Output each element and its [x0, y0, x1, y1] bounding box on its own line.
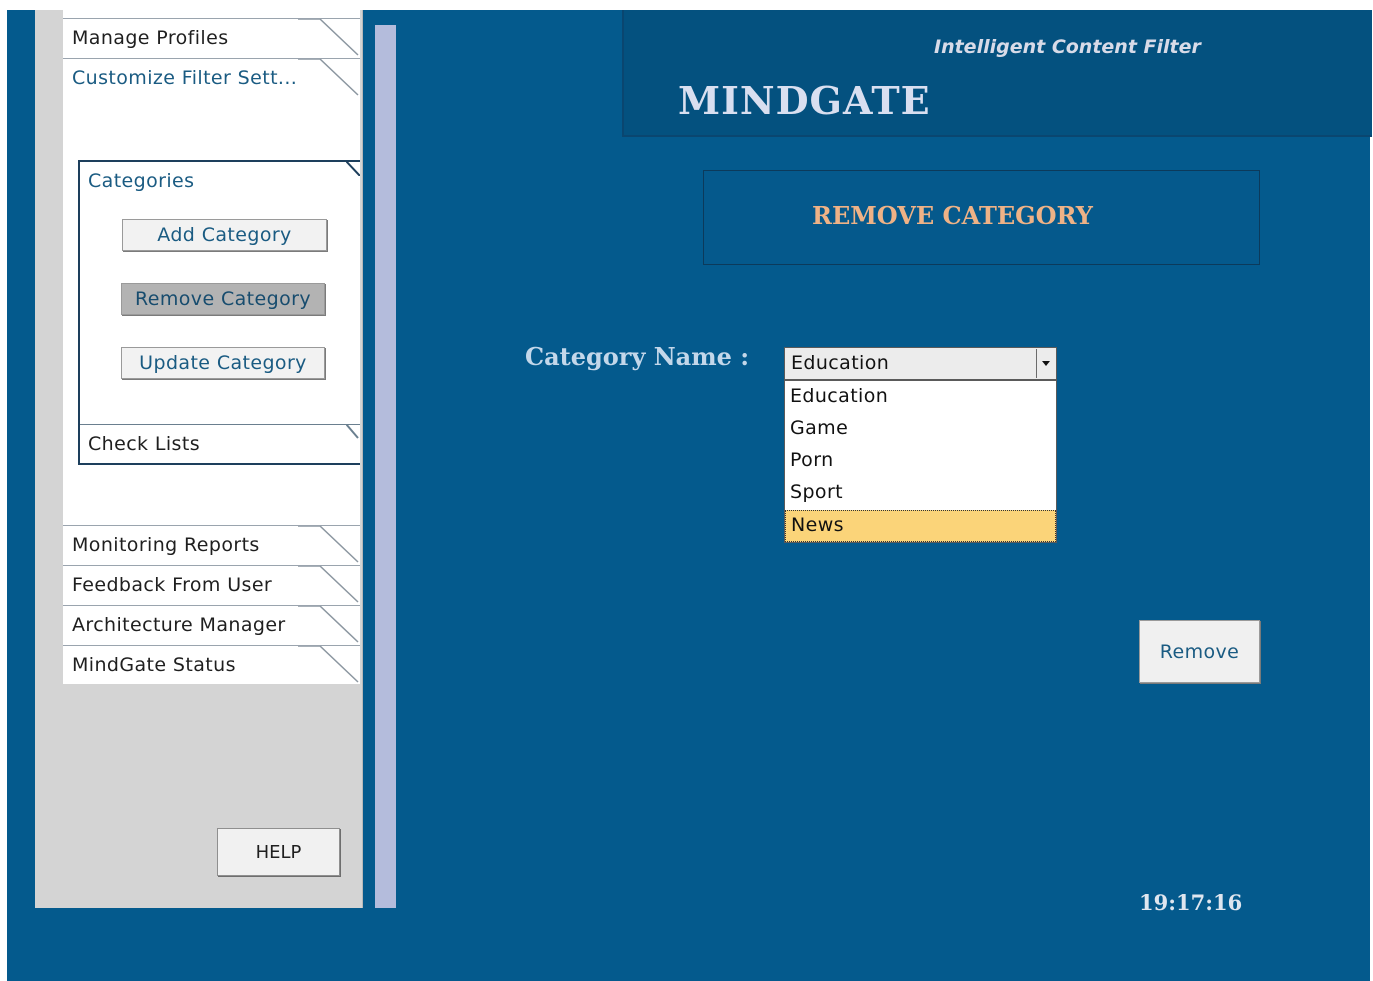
tab-corner	[298, 526, 359, 563]
header-subtitle: Intelligent Content Filter	[934, 36, 1201, 58]
remove-button[interactable]: Remove	[1139, 620, 1260, 683]
panel-divider	[375, 25, 396, 908]
category-name-label: Category Name :	[525, 342, 750, 371]
tab-label: Check Lists	[88, 433, 200, 455]
categories-panel: Categories Add Category Remove Category …	[78, 160, 360, 465]
category-select[interactable]: Education	[784, 347, 1057, 380]
tab-monitoring-reports[interactable]: Monitoring Reports	[63, 525, 360, 564]
dropdown-option[interactable]: Sport	[785, 478, 1056, 510]
clock: 19:17:16	[1139, 890, 1243, 915]
add-category-button[interactable]: Add Category	[122, 219, 327, 251]
dropdown-option[interactable]: Game	[785, 414, 1056, 446]
tab-label: Feedback From User	[72, 574, 273, 596]
remove-category-button[interactable]: Remove Category	[121, 283, 325, 315]
update-category-button[interactable]: Update Category	[121, 347, 325, 379]
dropdown-option[interactable]: Education	[785, 382, 1056, 414]
tab-corner	[298, 606, 359, 643]
tab-architecture-manager[interactable]: Architecture Manager	[63, 605, 360, 644]
tab-check-lists[interactable]: Check Lists	[80, 424, 360, 463]
tab-feedback-from-user[interactable]: Feedback From User	[63, 565, 360, 604]
tab-label: MindGate Status	[72, 654, 236, 676]
app-title: MINDGATE	[678, 78, 931, 123]
help-button[interactable]: HELP	[217, 828, 340, 876]
tab-customize-filter-settings[interactable]: Customize Filter Sett...	[63, 58, 360, 97]
tab-corner	[298, 646, 359, 683]
tab-label: Architecture Manager	[72, 614, 286, 636]
chevron-down-icon[interactable]	[1036, 349, 1055, 378]
tab-corner	[346, 424, 359, 439]
dropdown-option[interactable]: Porn	[785, 446, 1056, 478]
dropdown-option-highlighted[interactable]: News	[785, 510, 1056, 542]
tab-corner	[298, 566, 359, 603]
categories-title: Categories	[88, 170, 195, 192]
section-title: REMOVE CATEGORY	[812, 201, 1093, 230]
select-value: Education	[791, 352, 890, 374]
tab-label: Monitoring Reports	[72, 534, 260, 556]
tab-label: Customize Filter Sett...	[72, 67, 298, 89]
header: Intelligent Content Filter MINDGATE	[622, 10, 1372, 137]
panel-corner	[346, 160, 360, 176]
tab-manage-profiles[interactable]: Manage Profiles	[63, 18, 360, 57]
tab-corner	[298, 19, 359, 56]
tab-label: Manage Profiles	[72, 27, 229, 49]
tab-corner	[298, 59, 359, 96]
section-header-box: REMOVE CATEGORY	[703, 170, 1260, 265]
category-dropdown-list: Education Game Porn Sport News	[784, 380, 1057, 543]
tab-mindgate-status[interactable]: MindGate Status	[63, 645, 360, 684]
